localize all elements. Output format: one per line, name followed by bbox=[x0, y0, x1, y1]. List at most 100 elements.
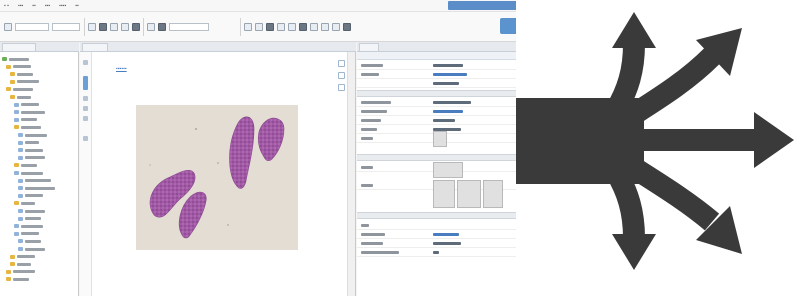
tree-item[interactable] bbox=[14, 231, 39, 237]
viewer-tool-icon[interactable] bbox=[338, 84, 345, 91]
property-row bbox=[357, 222, 519, 230]
property-row bbox=[357, 80, 519, 88]
property-value bbox=[433, 242, 461, 245]
toolbar-icon[interactable] bbox=[288, 23, 296, 31]
tree-item[interactable] bbox=[6, 86, 33, 92]
tree-item[interactable] bbox=[14, 102, 39, 108]
menu-item[interactable]: ▪ ▪ bbox=[4, 3, 9, 9]
folder-icon bbox=[14, 201, 19, 206]
toolbar-icon[interactable] bbox=[266, 23, 274, 31]
tree-item[interactable] bbox=[14, 223, 43, 229]
tree-item[interactable] bbox=[18, 238, 41, 244]
toolbar-combo[interactable] bbox=[169, 23, 209, 31]
viewer-scrollbar[interactable] bbox=[347, 52, 355, 296]
property-key bbox=[361, 137, 373, 140]
tool-icon[interactable] bbox=[83, 106, 88, 111]
toolbar-icon[interactable] bbox=[158, 23, 166, 31]
tree-item[interactable] bbox=[10, 94, 31, 100]
toolbar-icon[interactable] bbox=[332, 23, 340, 31]
toolbar-icon[interactable] bbox=[244, 23, 252, 31]
menu-item[interactable]: ▪▪ bbox=[75, 3, 79, 9]
property-key bbox=[361, 128, 377, 131]
toolbar-combo[interactable] bbox=[52, 23, 80, 31]
tree-item[interactable] bbox=[14, 200, 35, 206]
property-value bbox=[433, 82, 459, 85]
toolbar-icon[interactable] bbox=[88, 23, 96, 31]
toolbar-icon[interactable] bbox=[132, 23, 140, 31]
folder-icon bbox=[6, 87, 11, 92]
file-tree bbox=[0, 52, 79, 296]
tree-item[interactable] bbox=[10, 71, 33, 77]
property-value bbox=[433, 110, 463, 113]
property-key bbox=[361, 251, 399, 254]
document-icon bbox=[18, 186, 23, 191]
tree-item[interactable] bbox=[14, 109, 45, 115]
tree-item[interactable] bbox=[14, 162, 37, 168]
document-icon bbox=[18, 133, 23, 137]
tree-item[interactable] bbox=[18, 178, 51, 184]
tree-item[interactable] bbox=[6, 269, 35, 275]
toolbar-icon[interactable] bbox=[299, 23, 307, 31]
tree-item[interactable] bbox=[10, 254, 35, 260]
tree-item[interactable] bbox=[18, 246, 45, 252]
tree-item[interactable] bbox=[14, 124, 41, 130]
tool-icon[interactable] bbox=[83, 76, 88, 90]
tree-item[interactable] bbox=[18, 216, 41, 222]
tree-item[interactable] bbox=[18, 147, 43, 153]
tree-item[interactable] bbox=[18, 185, 55, 191]
property-value bbox=[433, 64, 463, 67]
tree-item-label bbox=[17, 262, 31, 266]
toolbar-icon[interactable] bbox=[147, 23, 155, 31]
tree-item-label bbox=[21, 103, 39, 107]
tissue-section bbox=[229, 116, 255, 189]
tree-item[interactable] bbox=[18, 193, 43, 199]
viewer-tool-icon[interactable] bbox=[338, 72, 345, 79]
tool-icon[interactable] bbox=[83, 136, 88, 141]
toolbar-icon[interactable] bbox=[277, 23, 285, 31]
toolbar-icon[interactable] bbox=[121, 23, 129, 31]
tree-item[interactable] bbox=[2, 56, 29, 62]
tree-item[interactable] bbox=[10, 79, 39, 85]
tree-item[interactable] bbox=[18, 208, 45, 214]
tree-item[interactable] bbox=[6, 276, 29, 282]
tool-icon[interactable] bbox=[83, 96, 88, 101]
properties-section-header[interactable] bbox=[357, 212, 519, 219]
toolbar-icon[interactable] bbox=[99, 23, 107, 31]
viewer-sidebar bbox=[80, 52, 92, 296]
tree-item[interactable] bbox=[6, 64, 31, 70]
toolbar-combo[interactable] bbox=[15, 23, 49, 31]
thumbnail-image bbox=[483, 180, 503, 208]
tool-icon[interactable] bbox=[83, 60, 88, 65]
tree-item[interactable] bbox=[14, 117, 37, 123]
property-value bbox=[433, 251, 439, 254]
tool-icon[interactable] bbox=[83, 116, 88, 121]
document-icon bbox=[18, 140, 23, 145]
tree-item[interactable] bbox=[10, 261, 31, 267]
toolbar-icon[interactable] bbox=[310, 23, 318, 31]
property-value bbox=[433, 101, 471, 104]
toolbar-icon[interactable] bbox=[255, 23, 263, 31]
toolbar-icon[interactable] bbox=[343, 23, 351, 31]
property-value bbox=[433, 233, 459, 236]
menu-item[interactable]: ▪▪▪▪ bbox=[59, 3, 66, 9]
tab[interactable] bbox=[82, 43, 108, 51]
toolbar-icon[interactable] bbox=[321, 23, 329, 31]
menu-item[interactable]: ▪▪ bbox=[32, 3, 36, 9]
toolbar-icon[interactable] bbox=[4, 23, 12, 31]
document-icon bbox=[14, 110, 19, 115]
arrow-branches bbox=[606, 43, 758, 239]
tab[interactable] bbox=[2, 43, 36, 51]
menu-item[interactable]: ▪▪▪ bbox=[18, 3, 23, 9]
tree-item[interactable] bbox=[18, 132, 47, 138]
tree-item[interactable] bbox=[18, 140, 39, 146]
properties-section-header[interactable] bbox=[357, 154, 519, 161]
properties-section-header[interactable] bbox=[357, 90, 519, 97]
viewer-tool-icon[interactable] bbox=[338, 60, 345, 67]
tab[interactable] bbox=[359, 43, 379, 51]
viewer-link[interactable]: ▪▪▪▪▪▪ bbox=[116, 66, 127, 72]
tree-item[interactable] bbox=[14, 170, 43, 176]
tree-item[interactable] bbox=[18, 155, 45, 161]
tree-item-label bbox=[25, 217, 41, 221]
menu-item[interactable]: ▪▪▪ bbox=[45, 3, 50, 9]
toolbar-icon[interactable] bbox=[110, 23, 118, 31]
